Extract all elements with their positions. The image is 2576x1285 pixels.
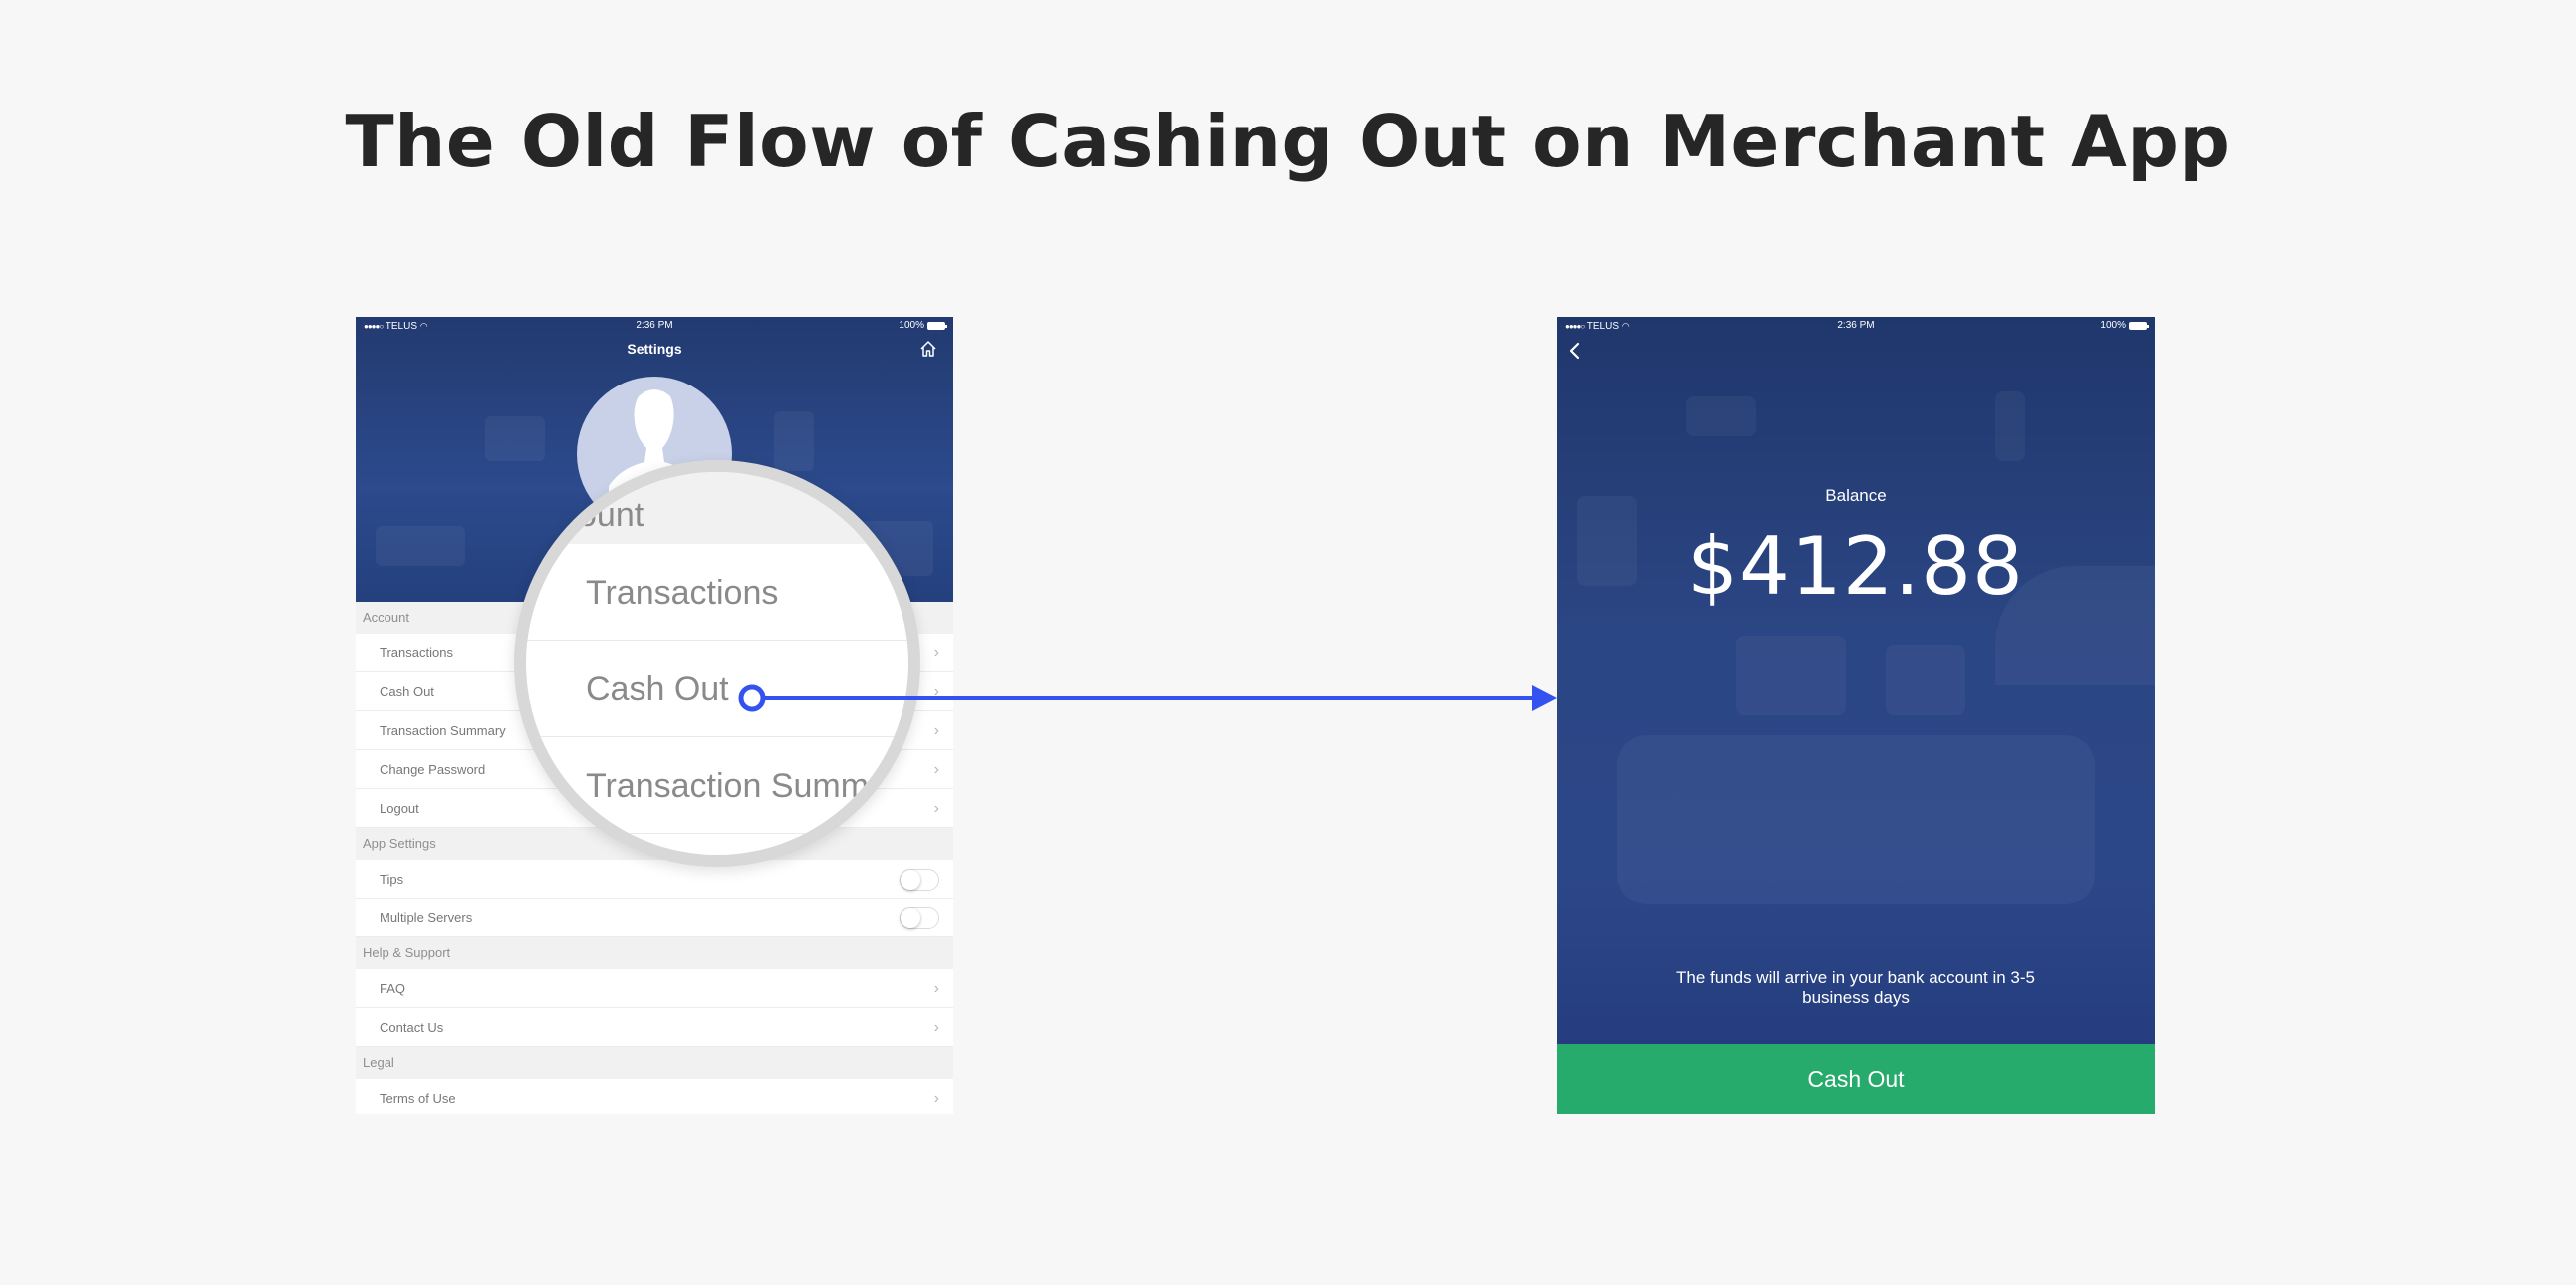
cash-out-button[interactable]: Cash Out (1557, 1044, 2155, 1114)
magnified-item-transactions: Transactions (526, 544, 908, 641)
magnifier-lens: ount Transactions Cash Out Transaction S… (526, 472, 908, 855)
row-label: Transaction Summary (380, 723, 506, 738)
row-label: FAQ (380, 981, 406, 996)
status-time: 2:36 PM (636, 320, 673, 331)
chevron-left-icon[interactable] (1565, 341, 1585, 361)
chevron-right-icon: › (933, 1090, 939, 1107)
funds-arrival-note: The funds will arrive in your bank accou… (1675, 968, 2035, 1007)
magnifier-callout: ount Transactions Cash Out Transaction S… (514, 460, 920, 867)
balance-label: Balance (1825, 486, 1887, 505)
section-header-help-support: Help & Support (356, 937, 953, 969)
section-header-legal: Legal (356, 1047, 953, 1079)
settings-item-faq[interactable]: FAQ › (356, 969, 953, 1008)
cash-out-screen: ●●●●○ TELUS ◠ 2:36 PM 100% Balance $412.… (1557, 317, 2155, 1114)
magnified-section-label: ount (578, 496, 644, 534)
battery-icon (927, 322, 947, 330)
page-title: The Old Flow of Cashing Out on Merchant … (345, 100, 2231, 183)
nav-title: Settings (627, 341, 682, 357)
magnified-section-header: ount (526, 472, 908, 544)
chevron-right-icon: › (933, 644, 939, 661)
battery-percent: 100% (899, 320, 924, 331)
settings-toggle-multiple-servers: Multiple Servers (356, 899, 953, 937)
row-label: Transactions (380, 645, 453, 660)
chevron-right-icon: › (933, 1019, 939, 1036)
settings-item-terms-of-use[interactable]: Terms of Use › (356, 1079, 953, 1114)
magnified-item-label: Transaction Summ (586, 767, 870, 805)
magnified-item-label: Transactions (586, 574, 779, 612)
chevron-right-icon: › (933, 980, 939, 997)
battery-icon (2129, 322, 2149, 330)
chevron-right-icon: › (933, 800, 939, 817)
settings-item-contact-us[interactable]: Contact Us › (356, 1008, 953, 1047)
status-time: 2:36 PM (1837, 320, 1875, 331)
tips-toggle[interactable] (900, 869, 939, 891)
battery-percent: 100% (2100, 320, 2126, 331)
row-label: Terms of Use (380, 1091, 456, 1106)
home-icon[interactable] (918, 339, 938, 359)
flow-connector-arrow (738, 684, 1557, 712)
row-label: Multiple Servers (380, 910, 473, 925)
row-label: Logout (380, 801, 419, 816)
status-bar: ●●●●○ TELUS ◠ 2:36 PM 100% (1557, 317, 2155, 335)
settings-toggle-tips: Tips (356, 860, 953, 899)
row-label: Tips (380, 872, 404, 887)
chevron-right-icon: › (933, 722, 939, 739)
status-bar: ●●●●○ TELUS ◠ 2:36 PM 100% (356, 317, 953, 335)
multiple-servers-toggle[interactable] (900, 907, 939, 929)
magnified-item-label: Cash Out (586, 670, 729, 708)
row-label: Contact Us (380, 1020, 444, 1035)
row-label: Cash Out (380, 684, 434, 699)
magnified-item-transaction-summary: Transaction Summ (526, 737, 908, 834)
row-label: Change Password (380, 762, 486, 777)
balance-amount: $412.88 (1687, 520, 2024, 613)
chevron-right-icon: › (933, 761, 939, 778)
